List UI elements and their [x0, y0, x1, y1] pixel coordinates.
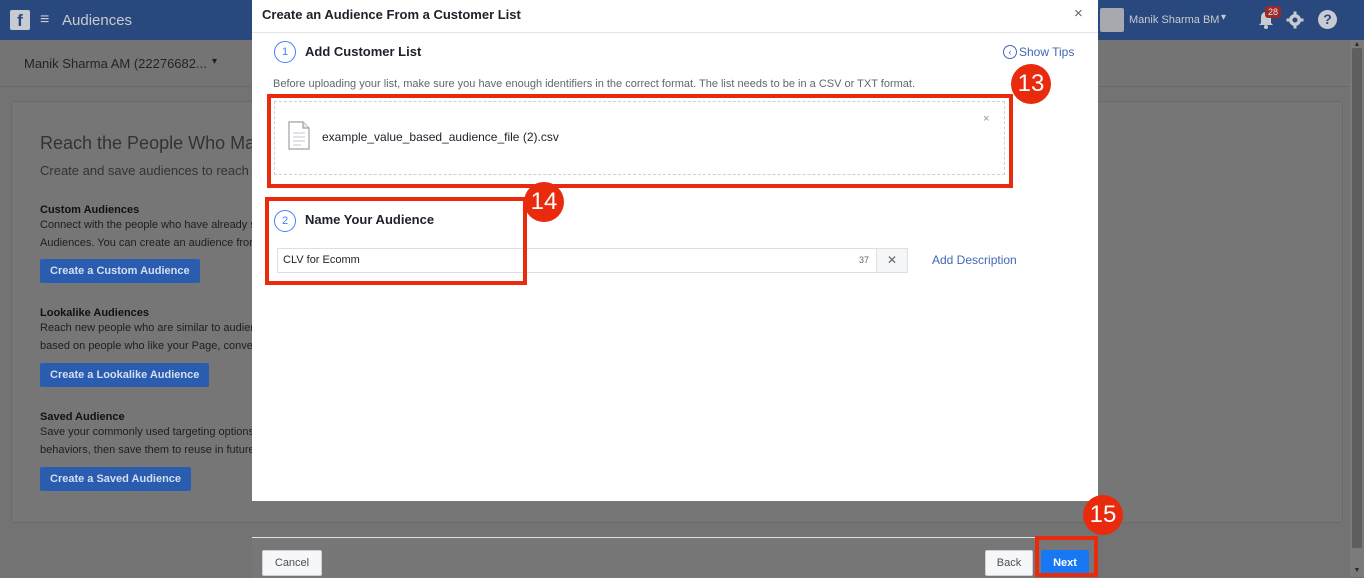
highlight-next-button — [1035, 536, 1098, 577]
avatar[interactable] — [1100, 8, 1124, 32]
help-icon[interactable]: ? — [1318, 10, 1337, 29]
create-saved-audience-button[interactable]: Create a Saved Audience — [40, 467, 192, 491]
business-manager-name[interactable]: Manik Sharma BM — [1129, 13, 1219, 27]
custom-audiences-title: Custom Audiences — [40, 204, 140, 216]
character-count: 37 — [859, 255, 870, 265]
saved-audience-title: Saved Audience — [40, 411, 125, 423]
intro-subheading: Create and save audiences to reach th — [40, 163, 264, 178]
create-lookalike-audience-button[interactable]: Create a Lookalike Audience — [40, 363, 210, 387]
lookalike-audiences-text: Reach new people who are similar to audi… — [40, 322, 252, 334]
saved-audience-text: behaviors, then save them to reuse in fu… — [40, 444, 252, 456]
facebook-logo[interactable]: f — [10, 10, 30, 30]
lookalike-audiences-text: based on people who like your Page, conv… — [40, 340, 252, 352]
scrollbar-thumb[interactable] — [1352, 48, 1362, 548]
close-icon[interactable]: × — [1074, 6, 1083, 22]
highlight-audience-name — [265, 197, 527, 285]
add-customer-list-title: Add Customer List — [305, 44, 422, 59]
clear-name-button[interactable]: ✕ — [876, 248, 908, 273]
scroll-down-arrow[interactable]: ▼ — [1350, 565, 1364, 577]
step-1-indicator: 1 — [274, 41, 296, 63]
chevron-down-icon[interactable]: ▾ — [1221, 12, 1226, 23]
saved-audience-text: Save your commonly used targeting option… — [40, 426, 252, 438]
ad-account-selector[interactable]: Manik Sharma AM (22276682... — [24, 56, 207, 72]
page-title: Audiences — [62, 12, 133, 29]
scroll-up-arrow[interactable]: ▲ — [1350, 40, 1364, 50]
gear-icon[interactable] — [1285, 10, 1305, 30]
custom-audiences-text: Audiences. You can create an audience fr… — [40, 237, 252, 249]
show-tips-link[interactable]: Show Tips — [1019, 44, 1074, 60]
dialog-title: Create an Audience From a Customer List — [262, 7, 521, 22]
intro-heading: Reach the People Who Ma — [40, 133, 256, 153]
menu-icon[interactable]: ≡ — [40, 10, 49, 30]
divider — [252, 32, 1098, 33]
custom-audiences-text: Connect with the people who have already… — [40, 219, 252, 231]
add-description-link[interactable]: Add Description — [932, 253, 1017, 267]
lookalike-audiences-title: Lookalike Audiences — [40, 307, 150, 319]
step-badge-14: 14 — [524, 182, 564, 222]
upload-instructions: Before uploading your list, make sure yo… — [273, 78, 916, 90]
back-button[interactable]: Back — [985, 550, 1033, 576]
create-custom-audience-button[interactable]: Create a Custom Audience — [40, 259, 200, 283]
step-badge-15: 15 — [1083, 495, 1123, 535]
highlight-file-upload — [267, 94, 1013, 188]
dialog-footer — [252, 537, 1098, 578]
notification-badge: 28 — [1265, 6, 1282, 18]
chevron-left-icon[interactable]: ‹ — [1003, 45, 1017, 59]
chevron-down-icon[interactable]: ▾ — [212, 56, 217, 67]
cancel-button[interactable]: Cancel — [262, 550, 322, 576]
step-badge-13: 13 — [1011, 64, 1051, 104]
